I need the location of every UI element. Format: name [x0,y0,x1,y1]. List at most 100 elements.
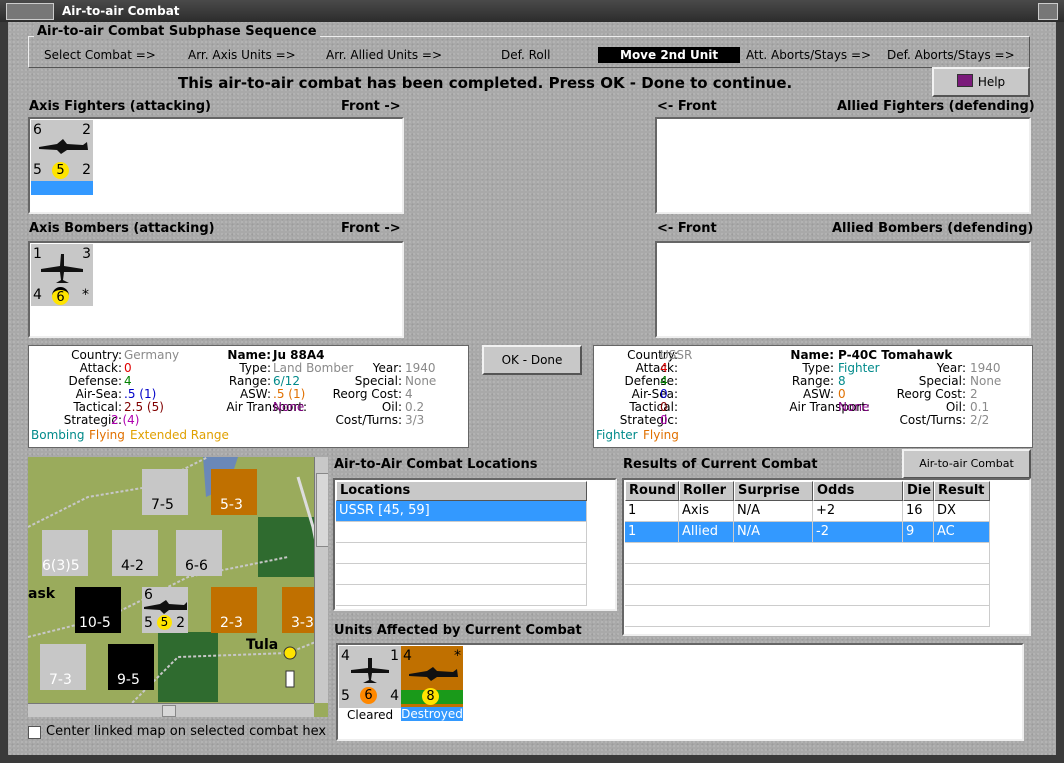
location-item[interactable]: USSR [45, 59] [336,501,587,522]
counter-label: 10-5 [79,615,111,631]
allied-bombers-label: Allied Bombers (defending) [832,221,1034,236]
axis-fighters-label: Axis Fighters (attacking) [29,99,211,114]
unit-top-right: 1 [390,648,399,664]
value-country: Germany [124,348,180,362]
map-counter-2-3[interactable]: 2-3 [211,587,257,633]
counter-label: 3-3 [291,615,314,631]
map-horizontal-scrollbar[interactable] [28,703,314,717]
bomber-plane-icon [41,254,83,283]
result-cell[interactable]: DX [934,501,990,522]
fighter-plane-icon [409,667,458,681]
col-round[interactable]: Round [625,481,679,501]
step-att-aborts: Att. Aborts/Stays => [746,48,872,62]
result-cell[interactable]: 1 [625,522,679,543]
map-counter-5-3[interactable]: 5-3 [211,469,257,515]
results-title: Results of Current Combat [623,457,818,472]
value-air-transport: None [273,400,305,414]
axis-fighters-front: Front -> [341,99,401,114]
result-cell[interactable]: 1 [625,501,679,522]
affected-unit-destroyed[interactable]: 4 * 8 [401,646,463,708]
label-cost-turns: Cost/Turns: [335,413,402,427]
result-cell[interactable]: 16 [903,501,934,522]
map-vscroll-thumb[interactable] [316,473,328,547]
unit-coin: 6 [360,687,377,704]
unit-status-cleared: Cleared [347,708,394,722]
map-counter-7-3[interactable]: 7-3 [40,644,86,690]
location-empty-row [336,585,587,606]
counter-label: 7-3 [49,672,72,688]
center-map-checkbox[interactable] [28,726,41,739]
counter-label: 9-5 [117,672,140,688]
unit-bottom-right: 4 [390,688,399,704]
result-cell[interactable]: +2 [813,501,903,522]
map-vertical-scrollbar[interactable] [314,457,328,703]
result-empty-row [625,564,990,585]
unit-coin: 8 [422,688,439,705]
col-odds[interactable]: Odds [813,481,903,501]
ok-done-button[interactable]: OK - Done [482,345,582,375]
tag-bombing: Bombing [31,428,85,442]
stack-bottom-right: 2 [176,615,185,631]
title-bar[interactable]: Air-to-air Combat [0,0,1064,22]
map-counter-10-5[interactable]: 10-5 [75,587,121,633]
help-button[interactable]: Help [932,67,1030,97]
map-place-partial: ask [28,586,56,602]
center-map-label: Center linked map on selected combat hex [46,724,327,739]
axis-bomber-unit[interactable]: 1 3 4 6 * [31,244,93,306]
unit-bottom-left: 5 [33,162,42,178]
counter-label: 5-3 [220,497,243,513]
result-cell[interactable]: Axis [679,501,734,522]
location-empty-row [336,522,587,543]
value-cost-turns: 2/2 [970,413,990,427]
axis-fighter-unit[interactable]: 6 2 5 5 2 [31,120,93,195]
tag-flying: Flying [643,428,679,442]
subphase-title: Air-to-air Combat Subphase Sequence [34,24,320,39]
counter-label: 4-2 [121,558,144,574]
unit-bottom-right: 2 [82,162,91,178]
map-counter-6-6[interactable]: 6-6 [176,530,222,576]
unit-bottom-left: 5 [341,688,350,704]
allied-fighters-box[interactable] [655,117,1031,214]
window-menu-icon[interactable] [6,3,54,20]
allied-bombers-box[interactable] [655,241,1031,338]
tag-fighter: Fighter [596,428,638,442]
step-move-2nd-unit: Move 2nd Unit [598,47,741,63]
result-empty-row [625,543,990,564]
result-cell[interactable]: N/A [734,522,813,543]
result-cell[interactable]: -2 [813,522,903,543]
axis-bombers-label: Axis Bombers (attacking) [29,221,215,236]
col-die[interactable]: Die [903,481,934,501]
unit-bottom-right: * [82,287,89,303]
map-counter-6-3-5[interactable]: 6(3)5 [42,530,88,576]
allied-fighters-front: <- Front [657,99,717,114]
result-cell[interactable]: AC [934,522,990,543]
result-cell[interactable]: Allied [679,522,734,543]
col-surprise[interactable]: Surprise [734,481,813,501]
unit-top-right: 2 [82,122,91,138]
axis-bombers-front: Front -> [341,221,401,236]
label-strategic: Strategic: [619,413,678,427]
allied-bombers-front: <- Front [657,221,717,236]
map-hscroll-thumb[interactable] [162,705,176,717]
col-roller[interactable]: Roller [679,481,734,501]
combat-chart-button[interactable]: Air-to-air Combat Chart [902,449,1031,496]
unit-coin: 5 [52,162,69,179]
map-counter-7-5[interactable]: 7-5 [142,469,188,515]
map-counter-9-5[interactable]: 9-5 [108,644,154,690]
window-title: Air-to-air Combat [62,4,180,18]
location-empty-row [336,564,587,585]
step-def-roll: Def. Roll [501,48,551,62]
mini-map[interactable]: 7-5 5-3 6(3)5 4-2 6-6 10-5 2-3 3-3 7-3 9… [28,457,328,717]
affected-unit-cleared[interactable]: 4 1 5 6 4 [339,646,401,708]
map-counter-4-2[interactable]: 4-2 [112,530,158,576]
col-result[interactable]: Result [934,481,990,501]
result-empty-row [625,585,990,606]
tag-flying: Flying [89,428,125,442]
unit-bottom-left: 4 [33,287,42,303]
close-icon[interactable] [1038,3,1058,20]
map-place-tula: Tula [246,637,279,653]
locations-header[interactable]: Locations [336,481,587,501]
map-combat-stack[interactable]: 6 5 5 2 [142,587,188,633]
result-cell[interactable]: N/A [734,501,813,522]
result-cell[interactable]: 9 [903,522,934,543]
